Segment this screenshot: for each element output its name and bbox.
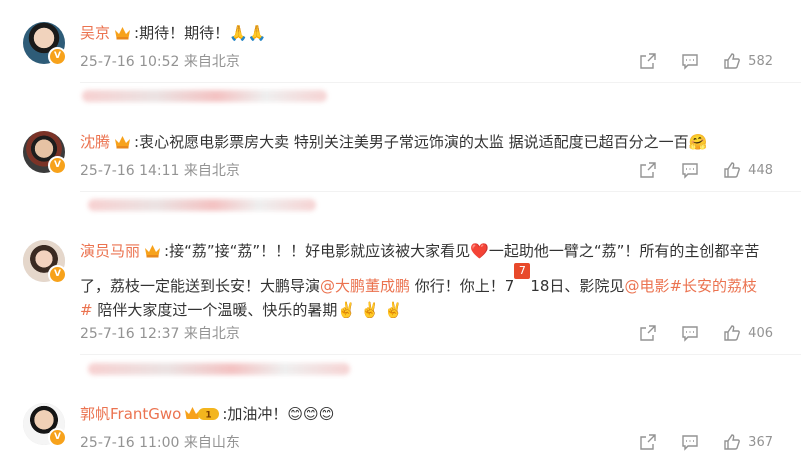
share-icon[interactable] <box>638 160 658 180</box>
comment-actions: 582 <box>638 51 773 71</box>
share-icon[interactable] <box>638 432 658 452</box>
heart-emoji: ❤️ <box>470 242 489 260</box>
reply-preview <box>82 90 327 102</box>
verified-icon: V <box>48 47 67 66</box>
emoji: 🤗 <box>688 133 708 151</box>
verified-icon: V <box>48 156 67 175</box>
comment-text: 郭帆FrantGwo 1 :加油冲！😊😊😊 <box>80 402 766 426</box>
avatar[interactable]: V <box>23 131 67 175</box>
emoji: 😊😊😊 <box>287 405 335 423</box>
svg-text:1: 1 <box>206 411 212 421</box>
mention-link[interactable]: @大鹏董成鹏 <box>320 277 410 295</box>
username[interactable]: 郭帆FrantGwo <box>80 405 181 423</box>
comment-text: 吴京 :期待！期待！🙏🙏 <box>80 21 766 45</box>
comment-actions: 406 <box>638 323 773 343</box>
like-icon[interactable] <box>722 160 742 180</box>
calendar-icon: 7月 <box>514 263 531 293</box>
comment-text: 演员马丽:接“荔”接“荔”！！！好电影就应该被大家看见❤️一起助他一臂之“荔”！… <box>80 239 766 322</box>
comment-time: 25-7-16 14:11 来自北京 <box>80 163 240 179</box>
username[interactable]: 吴京 <box>80 24 110 42</box>
comment-body: 18日、影院见 <box>530 277 625 295</box>
avatar[interactable]: V <box>23 240 67 284</box>
comment-time: 25-7-16 12:37 来自北京 <box>80 326 240 342</box>
username[interactable]: 沈腾 <box>80 133 110 151</box>
comment-body: 你行！你上！7 <box>410 277 515 295</box>
comment-text: 沈腾 :衷心祝愿电影票房大卖 特别关注美男子常远饰演的太监 据说适配度已超百分之一… <box>80 130 766 154</box>
like-icon[interactable] <box>722 323 742 343</box>
divider <box>80 82 801 83</box>
crown-icon <box>115 136 131 149</box>
comment-icon[interactable] <box>680 432 700 452</box>
emoji: 🙏🙏 <box>229 24 267 42</box>
like-icon[interactable] <box>722 432 742 452</box>
reply-preview <box>88 363 350 375</box>
comment-body: :接“荔”接“荔”！！！好电影就应该被大家看见 <box>164 242 471 260</box>
comment-icon[interactable] <box>680 51 700 71</box>
divider <box>80 354 801 355</box>
divider <box>80 191 801 192</box>
crown-icon <box>145 245 161 258</box>
avatar[interactable]: V <box>23 403 67 447</box>
comment-icon[interactable] <box>680 160 700 180</box>
comment-time: 25-7-16 10:52 来自北京 <box>80 54 240 70</box>
like-count: 367 <box>748 434 773 450</box>
like-count: 448 <box>748 162 773 178</box>
share-icon[interactable] <box>638 323 658 343</box>
comment-body: :衷心祝愿电影票房大卖 特别关注美男子常远饰演的太监 据说适配度已超百分之一百 <box>134 133 689 151</box>
victory-emoji: ✌️ ✌️ ✌️ <box>337 301 403 319</box>
share-icon[interactable] <box>638 51 658 71</box>
comment-actions: 448 <box>638 160 773 180</box>
username[interactable]: 演员马丽 <box>80 242 140 260</box>
reply-preview <box>88 199 316 211</box>
verified-icon: V <box>48 428 67 447</box>
comment-body: :加油冲！ <box>222 405 288 423</box>
avatar[interactable]: V <box>23 22 67 66</box>
verified-icon: V <box>48 265 67 284</box>
comment-time: 25-7-16 11:00 来自山东 <box>80 435 240 451</box>
comment-actions: 367 <box>638 432 773 452</box>
comment-body: :期待！期待！ <box>134 24 230 42</box>
comment-body: 陪伴大家度过一个温暖、快乐的暑期 <box>92 301 338 319</box>
vip-crown-icon: 1 <box>185 407 220 421</box>
comment-icon[interactable] <box>680 323 700 343</box>
like-count: 582 <box>748 53 773 69</box>
crown-icon <box>115 27 131 40</box>
like-count: 406 <box>748 325 773 341</box>
like-icon[interactable] <box>722 51 742 71</box>
